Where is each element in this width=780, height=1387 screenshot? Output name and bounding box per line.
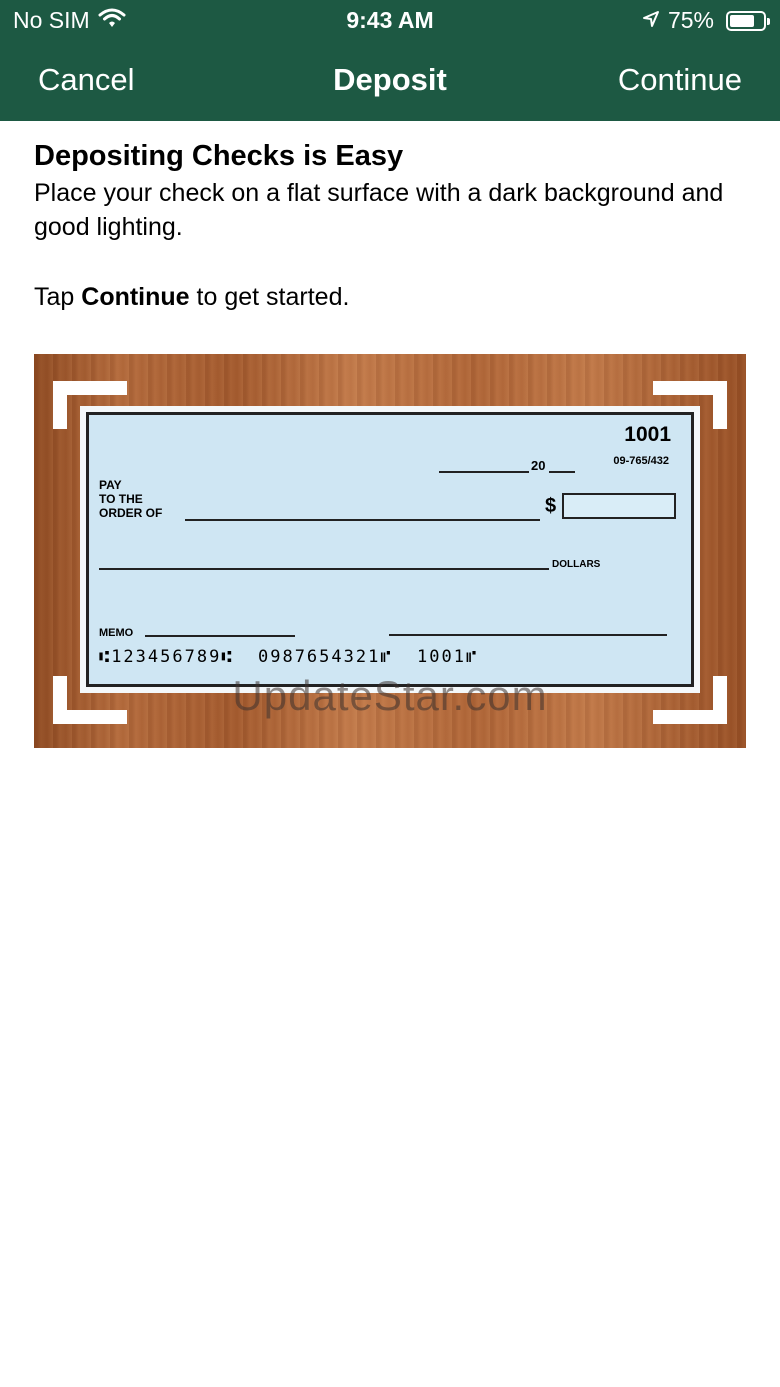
continue-button[interactable]: Continue (618, 62, 742, 98)
tap-prefix: Tap (34, 283, 75, 311)
nav-bar: Cancel Deposit Continue (0, 40, 780, 121)
pay-label-line1: PAY (99, 478, 122, 492)
date-line (439, 471, 529, 473)
battery-icon (726, 10, 770, 31)
location-arrow-icon (642, 7, 660, 34)
check-example-image: 1001 20 09-765/432 PAY TO THE ORDER OF $… (34, 354, 746, 748)
tap-instruction: Tap Continue to get started. (34, 280, 746, 314)
micr-line: ⑆123456789⑆ 0987654321⑈ 1001⑈ (99, 647, 479, 667)
sample-check: 1001 20 09-765/432 PAY TO THE ORDER OF $… (80, 406, 700, 693)
battery-percent: 75% (667, 7, 714, 33)
routing-fraction: 09-765/432 (613, 455, 669, 467)
memo-label: MEMO (99, 627, 134, 639)
tap-suffix: to get started. (196, 283, 350, 311)
signature-line (389, 634, 667, 636)
amount-box (562, 493, 676, 519)
payee-line (185, 519, 540, 521)
instructions: Depositing Checks is Easy Place your che… (34, 138, 746, 314)
check-face: 1001 20 09-765/432 PAY TO THE ORDER OF $… (86, 412, 694, 687)
cancel-button[interactable]: Cancel (38, 62, 135, 98)
app-header: No SIM 9:43 AM 75% Cancel Deposit Contin… (0, 0, 780, 121)
tap-continue-emphasis: Continue (81, 283, 190, 311)
status-right: 75% (642, 7, 770, 34)
watermark: UpdateStar.com (232, 672, 548, 719)
pay-to-label: PAY TO THE ORDER OF (99, 478, 162, 520)
pay-label-line2: TO THE (99, 492, 143, 506)
pay-label-line3: ORDER OF (99, 506, 163, 520)
date-year-line (549, 471, 575, 473)
instructions-description: Place your check on a flat surface with … (34, 179, 724, 241)
battery-nub (767, 17, 770, 25)
date-year-prefix: 20 (531, 458, 546, 473)
written-amount-line (99, 568, 549, 570)
status-bar: No SIM 9:43 AM 75% (0, 0, 780, 40)
battery-fill (730, 14, 755, 27)
check-number: 1001 (624, 423, 671, 446)
dollar-sign: $ (545, 495, 557, 517)
dollars-label: DOLLARS (552, 559, 601, 570)
memo-line (145, 635, 295, 637)
instructions-heading: Depositing Checks is Easy (34, 140, 404, 172)
